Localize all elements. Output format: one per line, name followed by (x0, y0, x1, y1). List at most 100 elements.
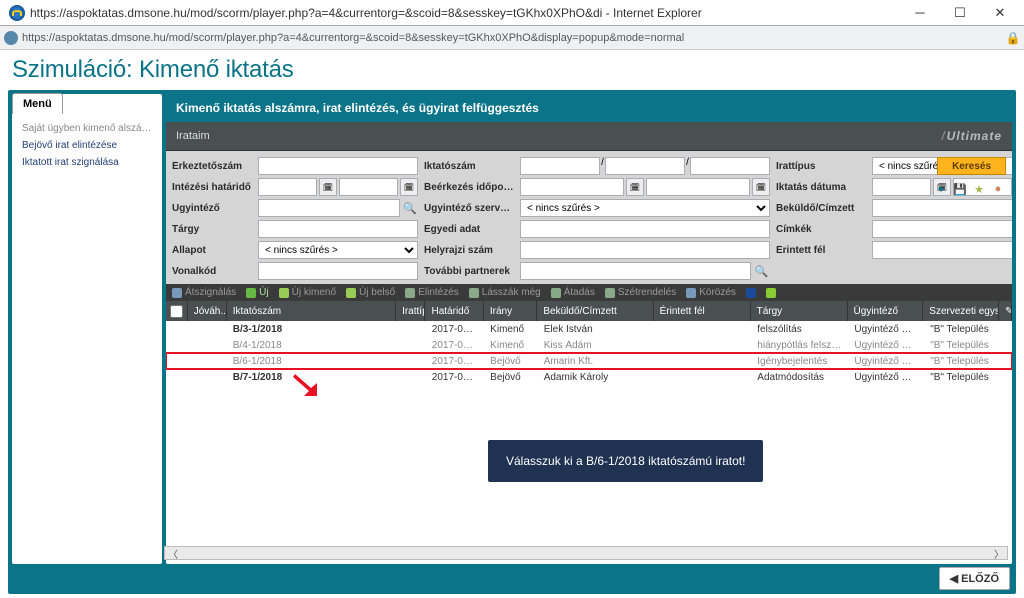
app-frame: Menü Saját ügyben kimenő alszám iktat...… (8, 90, 1016, 594)
instruction-tooltip: Válasszuk ki a B/6-1/2018 iktatószámú ir… (488, 440, 763, 482)
input-iktdat-1[interactable] (872, 178, 931, 196)
toolbar-item[interactable]: Lásszák még (469, 287, 541, 298)
maximize-button[interactable]: ☐ (940, 0, 980, 26)
page-title: Szimuláció: Kimenő iktatás (8, 50, 1016, 90)
sidebar-item[interactable]: Bejövő irat elintézése (12, 137, 162, 154)
table-row[interactable]: B/3-1/20182017-09-29KimenőElek Istvánfel… (166, 321, 1012, 337)
input-erkezteto[interactable] (258, 157, 418, 175)
input-erintett[interactable] (872, 241, 1012, 259)
input-iktat-2[interactable] (605, 157, 685, 175)
window-titlebar: https://aspoktatas.dmsone.hu/mod/scorm/p… (0, 0, 1024, 26)
close-button[interactable]: ✕ (980, 0, 1020, 26)
input-iktat-3[interactable] (690, 157, 770, 175)
th-iktatoszam[interactable]: Iktatószám (227, 301, 396, 321)
lbl-cimkek: Címkék (776, 224, 866, 235)
lbl-tovabbi: További partnerek (424, 266, 514, 277)
toolbar-item[interactable]: Új kimenő (279, 287, 336, 298)
scroll-right-icon[interactable]: 〉 (991, 546, 1007, 561)
horizontal-scrollbar[interactable]: 〈 〉 (164, 546, 1008, 560)
search-button[interactable]: Keresés (937, 157, 1006, 175)
toolbar-item[interactable]: Új belső (346, 287, 395, 298)
action-toolbar: Átszignálás Új Új kimenő Új belső Elintézés L… (166, 284, 1012, 301)
lbl-helyrajzi: Helyrajzi szám (424, 245, 514, 256)
header-checkbox[interactable] (170, 305, 183, 318)
th-irany[interactable]: Irány (484, 301, 538, 321)
calendar-icon[interactable]: 🗓 (626, 178, 644, 196)
filter-grid: Keresés ✦ 💾 ★ ● Érkeztetőszám Iktatószám… (166, 151, 1012, 284)
prev-button[interactable]: ◀ ELŐZŐ (939, 567, 1010, 590)
window-title: https://aspoktatas.dmsone.hu/mod/scorm/p… (30, 6, 900, 20)
calendar-icon[interactable]: 🗓 (400, 178, 418, 196)
toolbar-item[interactable]: Átadás (551, 287, 595, 298)
th-jovah[interactable]: Jóváh... (188, 301, 227, 321)
toolbar-item[interactable]: Körözés (686, 287, 736, 298)
lbl-beerkezes: Beérkezés időpon... (424, 182, 514, 193)
toolbar-item[interactable]: Átszignálás (172, 287, 236, 298)
lbl-intezesi: Intézési határidő (172, 182, 252, 193)
input-beerk-2[interactable] (646, 178, 750, 196)
th-bekuldo[interactable]: Beküldő/Címzett (537, 301, 653, 321)
toolbar-icon[interactable] (766, 288, 776, 298)
input-tovabbi[interactable] (520, 262, 751, 280)
lbl-vonalkod: Vonalkód (172, 266, 252, 277)
input-helyrajzi[interactable] (520, 241, 770, 259)
input-targy[interactable] (258, 220, 418, 238)
input-intezesi-1[interactable] (258, 178, 317, 196)
search-icon[interactable]: 🔍 (753, 262, 770, 280)
lbl-iktatasdat: Iktatás dátuma (776, 182, 866, 193)
input-ugyintezo[interactable] (258, 199, 400, 217)
lbl-ugyszerv: Ügyintéző szerve... (424, 203, 514, 214)
section-bar: Irataim Ultimate (166, 122, 1012, 151)
lock-icon: 🔒 (1006, 31, 1020, 45)
input-intezesi-2[interactable] (339, 178, 398, 196)
toolbar-item[interactable]: Új (246, 287, 268, 298)
th-targy[interactable]: Tárgy (751, 301, 848, 321)
scroll-left-icon[interactable]: 〈 (165, 546, 181, 561)
lbl-irattipus: Irattípus (776, 161, 866, 172)
input-iktat-1[interactable] (520, 157, 600, 175)
th-hatarido[interactable]: Határidő (425, 301, 483, 321)
dot-icon[interactable]: ● (990, 181, 1006, 197)
sidebar-tab-menu[interactable]: Menü (12, 93, 63, 114)
th-erintett[interactable]: Érintett fél (654, 301, 751, 321)
toolbar-item[interactable]: Szétrendelés (605, 287, 676, 298)
input-vonalkod[interactable] (258, 262, 418, 280)
th-szervezeti[interactable]: Szervezeti egység (923, 301, 999, 321)
toolbar-item[interactable]: Elintézés (405, 287, 459, 298)
th-irattipus[interactable]: Irattípus (396, 301, 425, 321)
toolbar-icon[interactable] (746, 288, 756, 298)
annotation-arrow-icon (292, 374, 320, 399)
table-row[interactable]: B/6-1/20182017-09-30BejövőAmarin Kft.Igé… (166, 353, 1012, 369)
star-icon[interactable]: ★ (971, 181, 987, 197)
save-icon[interactable]: 💾 (952, 181, 968, 197)
expand-icon[interactable]: ✦ (933, 181, 949, 197)
sidebar-item[interactable]: Iktatott irat szignálása (12, 154, 162, 171)
ie-icon (9, 5, 25, 21)
input-egyedi[interactable] (520, 220, 770, 238)
calendar-icon[interactable]: 🗓 (319, 178, 337, 196)
lbl-erkezteto: Érkeztetőszám (172, 161, 252, 172)
th-vonalk[interactable]: ✎ Vonalk (999, 301, 1012, 321)
select-allapot[interactable]: < nincs szűrés > (258, 241, 418, 259)
search-icon[interactable]: 🔍 (402, 199, 418, 217)
globe-icon (4, 31, 18, 45)
sidebar: Menü Saját ügyben kimenő alszám iktat...… (12, 94, 162, 564)
brand-label: Ultimate (941, 129, 1002, 143)
calendar-icon[interactable]: 🗓 (752, 178, 770, 196)
module-title: Kimenő iktatás alszámra, irat elintézés,… (166, 94, 1012, 122)
lbl-egyedi: Egyedi adat (424, 224, 514, 235)
sidebar-item[interactable]: Saját ügyben kimenő alszám iktat... (12, 120, 162, 137)
section-bar-label: Irataim (176, 130, 210, 142)
input-bekuldo[interactable] (872, 199, 1012, 217)
lbl-targy: Tárgy (172, 224, 252, 235)
select-ugyszerv[interactable]: < nincs szűrés > (520, 199, 770, 217)
address-url[interactable]: https://aspoktatas.dmsone.hu/mod/scorm/p… (22, 32, 1002, 44)
input-beerk-1[interactable] (520, 178, 624, 196)
table-row[interactable]: B/4-1/20182017-09-29KimenőKiss Ádámhiány… (166, 337, 1012, 353)
th-ugyintezo[interactable]: Ügyintéző (848, 301, 924, 321)
chevron-left-icon: ◀ (950, 572, 958, 585)
table-header: Jóváh... Iktatószám Irattípus Határidő I… (166, 301, 1012, 321)
input-cimkek[interactable] (872, 220, 1012, 238)
minimize-button[interactable]: ─ (900, 0, 940, 26)
main-panel: Kimenő iktatás alszámra, irat elintézés,… (166, 94, 1012, 564)
